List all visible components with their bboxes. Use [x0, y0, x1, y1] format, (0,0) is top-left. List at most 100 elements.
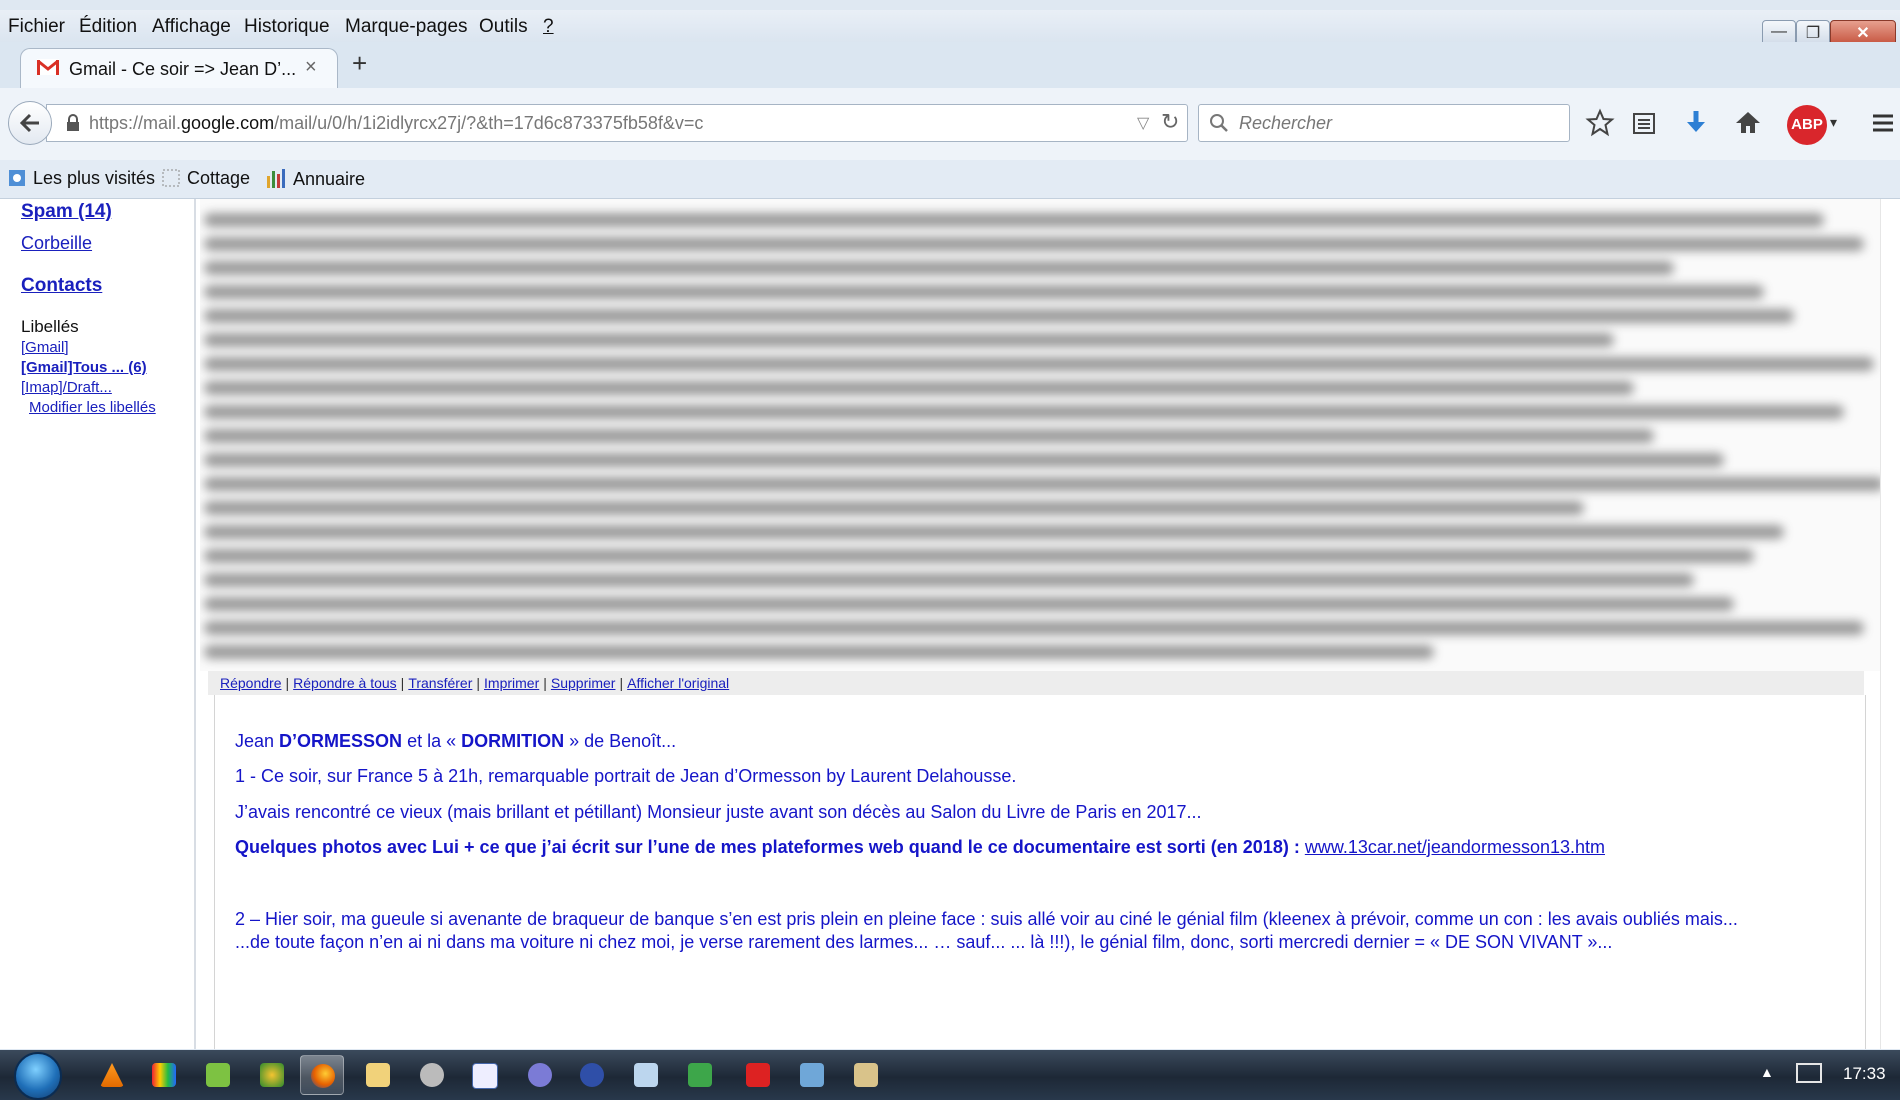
- app-icon: [152, 1063, 176, 1087]
- tray-expand-icon[interactable]: ▲: [1760, 1064, 1774, 1080]
- website-link[interactable]: www.13car.net/jeandormesson13.htm: [1305, 837, 1605, 857]
- taskbar-explorer[interactable]: [356, 1055, 400, 1095]
- reply-link[interactable]: Répondre: [220, 675, 282, 691]
- url-domain: google.com: [181, 113, 275, 133]
- labels-heading: Libellés: [21, 317, 79, 336]
- email-paragraph-bold: Quelques photos avec Lui + ce que j’ai é…: [235, 837, 1605, 857]
- taskbar-app-green[interactable]: [196, 1055, 240, 1095]
- start-button[interactable]: [14, 1052, 62, 1100]
- menu-help[interactable]: ?: [543, 16, 554, 38]
- delete-link[interactable]: Supprimer: [551, 675, 616, 691]
- gmail-icon: [37, 59, 59, 75]
- blurred-text-line: [204, 621, 1864, 635]
- tab-gmail[interactable]: Gmail - Ce soir => Jean D’... ×: [20, 48, 338, 88]
- bookmarks-toolbar: Les plus visités Cottage Annuaire: [0, 160, 1900, 199]
- menu-marque-pages[interactable]: Marque-pages: [345, 16, 468, 38]
- navigation-bar: https://mail.google.com/mail/u/0/h/1i2id…: [0, 88, 1900, 160]
- sidebar-label-imap-draft[interactable]: [Imap]/Draft...: [21, 379, 112, 396]
- taskbar-app-circle[interactable]: [518, 1055, 562, 1095]
- maximize-icon: ❐: [1805, 25, 1821, 42]
- network-icon[interactable]: [1796, 1063, 1822, 1083]
- blurred-text-line: [204, 501, 1584, 515]
- folder-icon: [366, 1063, 390, 1087]
- scrollbar[interactable]: [1880, 199, 1900, 1049]
- reply-all-link[interactable]: Répondre à tous: [293, 675, 397, 691]
- sidebar-label-gmail[interactable]: [Gmail]: [21, 339, 69, 356]
- search-bar[interactable]: [1198, 104, 1570, 142]
- app-icon: [580, 1063, 604, 1087]
- reading-list-icon[interactable]: [1627, 106, 1661, 140]
- taskbar-app-colors[interactable]: [142, 1055, 186, 1095]
- back-button[interactable]: [8, 101, 52, 145]
- search-input[interactable]: [1237, 107, 1561, 139]
- hamburger-menu-icon[interactable]: [1870, 106, 1896, 140]
- app-icon: [854, 1063, 878, 1087]
- forward-link[interactable]: Transférer: [408, 675, 472, 691]
- blurred-text-line: [204, 525, 1784, 539]
- blurred-text-line: [204, 309, 1794, 323]
- taskbar-calc[interactable]: [678, 1055, 722, 1095]
- app-icon: [634, 1063, 658, 1087]
- show-original-link[interactable]: Afficher l'original: [627, 675, 729, 691]
- blurred-text-line: [204, 645, 1434, 659]
- blurred-text-line: [204, 333, 1614, 347]
- bookmark-most-visited[interactable]: Les plus visités: [8, 168, 155, 189]
- sidebar-item-contacts[interactable]: Contacts: [21, 275, 102, 297]
- taskbar-app-disk[interactable]: [410, 1055, 454, 1095]
- download-icon[interactable]: [1679, 106, 1713, 140]
- message-actions-bar: Répondre | Répondre à tous | Transférer | Impr…: [208, 671, 1864, 695]
- tab-strip: Gmail - Ce soir => Jean D’... ×: [0, 42, 1900, 88]
- taskbar-writer[interactable]: [462, 1055, 506, 1095]
- gmail-sidebar: Spam (14) Corbeille Contacts Libellés [G…: [0, 199, 196, 1049]
- app-icon: [528, 1063, 552, 1087]
- reload-icon[interactable]: ↻: [1161, 109, 1179, 135]
- most-visited-icon: [9, 170, 25, 186]
- taskbar-firefox[interactable]: [300, 1055, 344, 1095]
- menu-edition[interactable]: Édition: [79, 16, 137, 38]
- sidebar-item-trash[interactable]: Corbeille: [21, 233, 92, 254]
- menu-fichier[interactable]: Fichier: [8, 16, 65, 38]
- blurred-text-line: [204, 453, 1724, 467]
- url-prefix: https://mail.: [89, 113, 182, 133]
- email-paragraph: ...de toute façon n’en ai ni dans ma voi…: [235, 932, 1613, 952]
- taskbar-acrobat[interactable]: [736, 1055, 780, 1095]
- sidebar-label-gmail-all[interactable]: [Gmail]Tous ... (6): [21, 359, 147, 376]
- page-content: Spam (14) Corbeille Contacts Libellés [G…: [0, 199, 1900, 1049]
- menu-historique[interactable]: Historique: [244, 16, 330, 38]
- taskbar-app-shield[interactable]: [570, 1055, 614, 1095]
- minimize-icon: —: [1771, 23, 1787, 40]
- taskbar-app-tree[interactable]: [250, 1055, 294, 1095]
- chevron-down-icon[interactable]: ▾: [1830, 114, 1837, 131]
- taskbar-app-window[interactable]: [790, 1055, 834, 1095]
- url-bar[interactable]: https://mail.google.com/mail/u/0/h/1i2id…: [46, 104, 1188, 142]
- home-icon[interactable]: [1731, 106, 1765, 140]
- bar-chart-icon: [267, 169, 285, 188]
- tab-close-icon[interactable]: ×: [305, 56, 317, 79]
- blurred-text-line: [204, 477, 1884, 491]
- bookmark-annuaire[interactable]: Annuaire: [266, 168, 365, 190]
- email-body: Jean D’ORMESSON et la « DORMITION » de B…: [214, 695, 1866, 1049]
- print-link[interactable]: Imprimer: [484, 675, 539, 691]
- close-icon: ✕: [1856, 25, 1870, 42]
- app-icon: [206, 1063, 230, 1087]
- menu-affichage[interactable]: Affichage: [152, 16, 231, 38]
- edit-labels-link[interactable]: Modifier les libellés: [29, 399, 156, 416]
- sidebar-item-spam[interactable]: Spam (14): [21, 201, 112, 223]
- taskbar-app-files[interactable]: [844, 1055, 888, 1095]
- new-tab-button[interactable]: +: [352, 48, 367, 79]
- bookmark-star-icon[interactable]: [1583, 106, 1617, 140]
- taskbar-app-page[interactable]: [624, 1055, 668, 1095]
- email-paragraph: 1 - Ce soir, sur France 5 à 21h, remarqu…: [235, 766, 1017, 786]
- page-icon: [162, 169, 180, 187]
- menu-outils[interactable]: Outils: [479, 16, 528, 38]
- url-dropdown-icon[interactable]: ▽: [1137, 113, 1149, 133]
- adblock-plus-icon[interactable]: ABP: [1787, 105, 1827, 145]
- url-text[interactable]: https://mail.google.com/mail/u/0/h/1i2id…: [89, 113, 703, 134]
- blurred-message-region: [200, 199, 1900, 671]
- blurred-text-line: [204, 213, 1824, 227]
- taskbar-vlc[interactable]: [90, 1055, 134, 1095]
- lock-icon: [67, 114, 79, 131]
- bookmark-cottage[interactable]: Cottage: [162, 168, 250, 189]
- clock[interactable]: 17:33: [1843, 1064, 1886, 1084]
- blurred-text-line: [204, 285, 1764, 299]
